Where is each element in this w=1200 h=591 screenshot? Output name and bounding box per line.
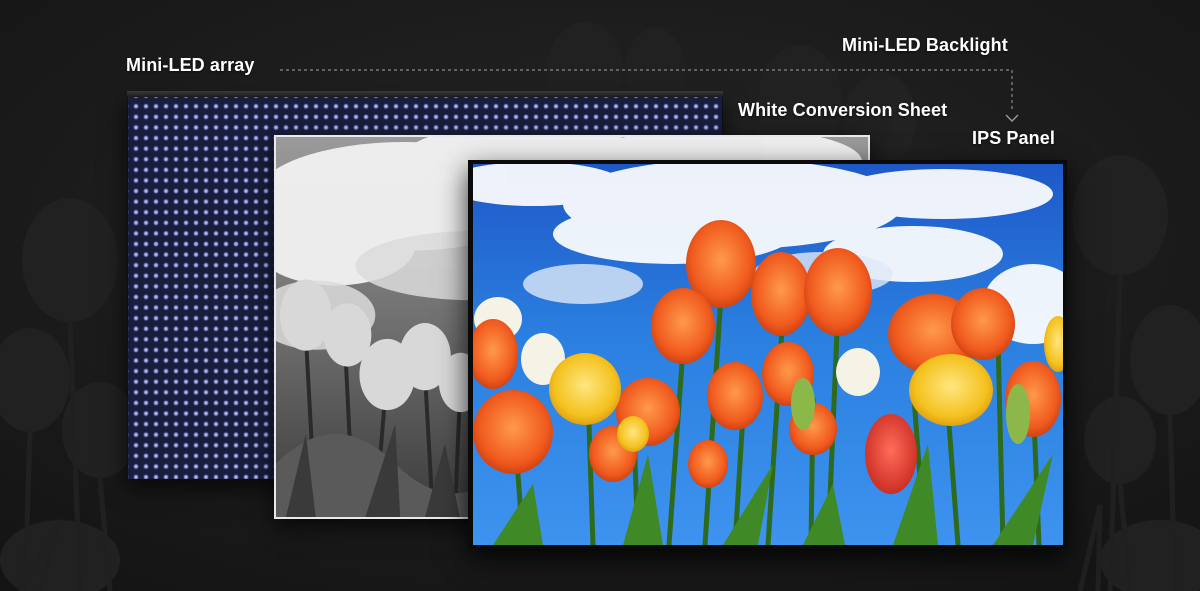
ips-panel-layer xyxy=(468,160,1067,549)
color-tulip-image xyxy=(473,164,1063,545)
layer-top-edge xyxy=(127,91,723,97)
mini-led-backlight-label: Mini-LED Backlight xyxy=(842,35,1008,55)
white-conversion-sheet-label: White Conversion Sheet xyxy=(738,100,948,120)
ips-panel-label: IPS Panel xyxy=(972,128,1055,148)
mini-led-array-label: Mini-LED array xyxy=(126,55,255,75)
diagram-stage: Mini-LED array Mini-LED Backlight White … xyxy=(0,0,1200,591)
